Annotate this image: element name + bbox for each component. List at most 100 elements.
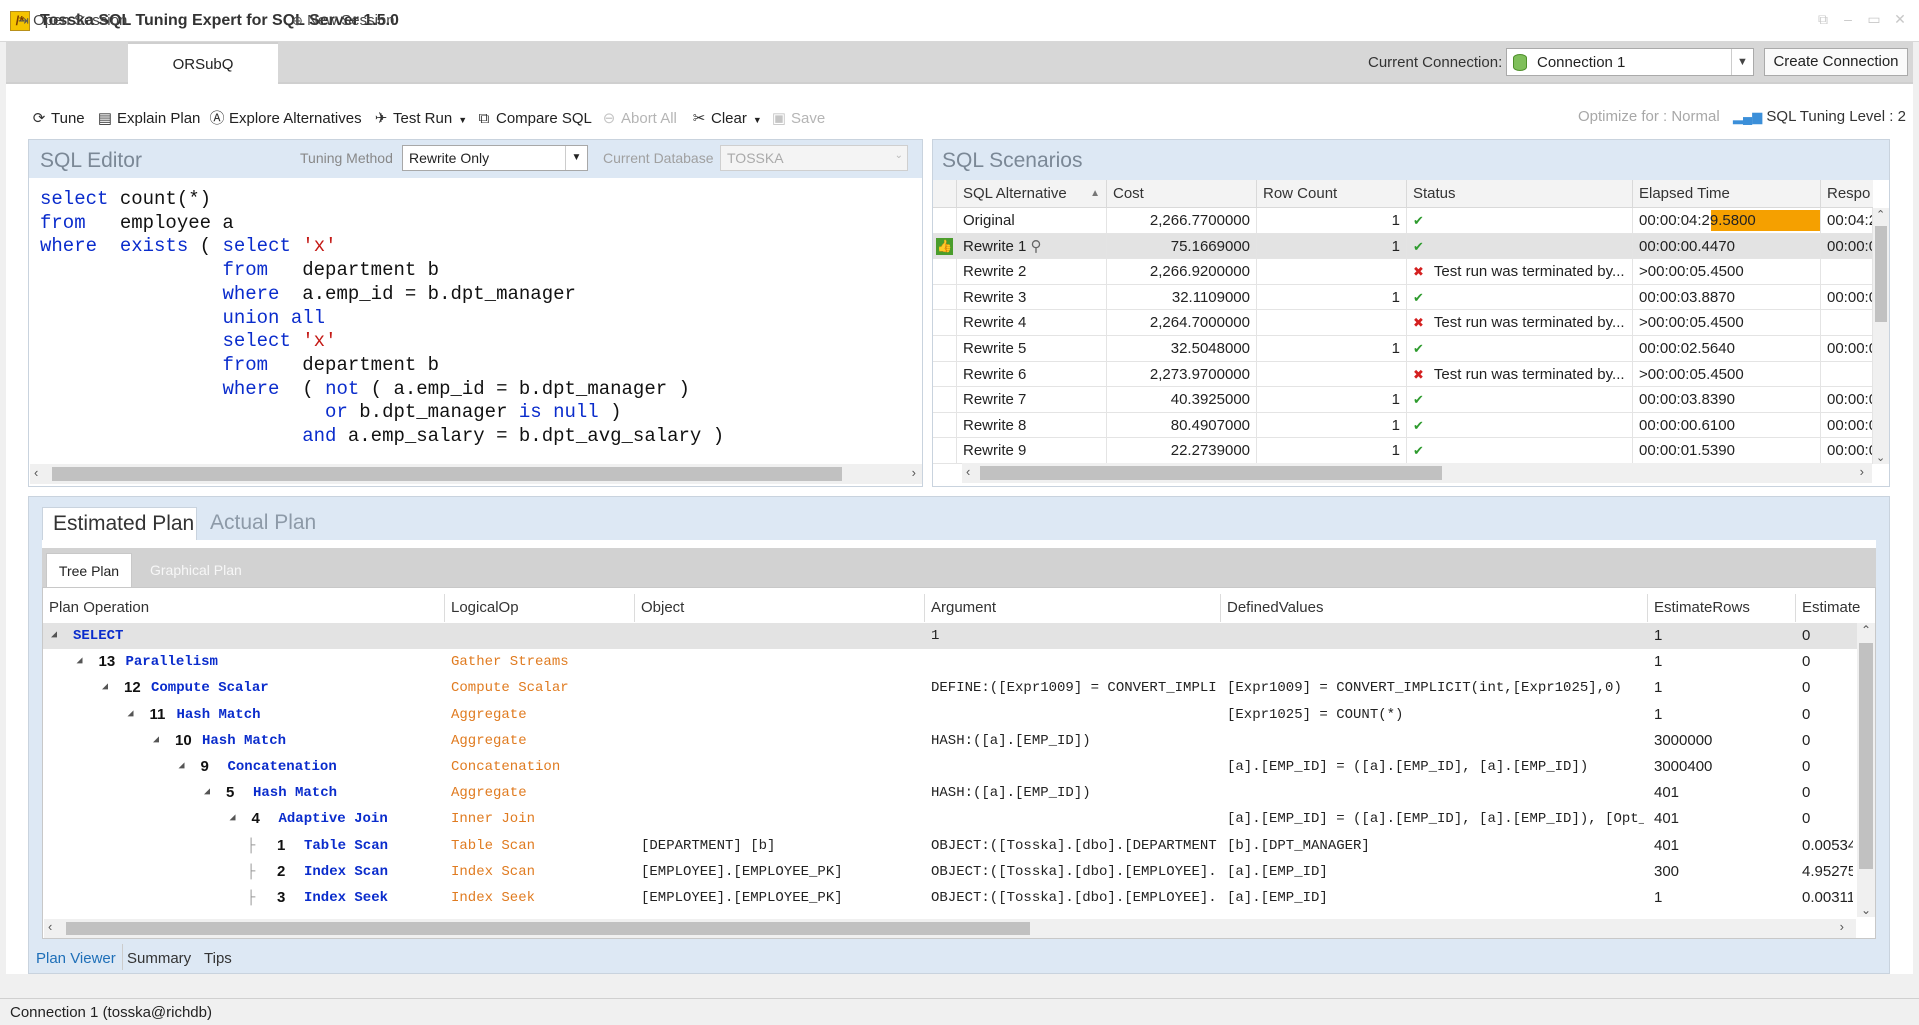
collapse-icon[interactable]: ◢ [230,806,236,832]
scenario-row[interactable]: Rewrite 3 32.1109000 1 ✔ 00:00:03.8870 00:00:… [933,284,1873,311]
dropdown-arrow-icon[interactable]: ▼ [458,115,467,125]
collapse-icon[interactable]: ◢ [153,728,159,754]
scrollbar-thumb[interactable] [1859,643,1873,869]
tab-orsubq[interactable]: ORSubQ [128,42,278,84]
scenarios-vertical-scrollbar[interactable]: ⌃ ⌄ [1873,208,1889,464]
col-logical-op[interactable]: LogicalOp [445,594,635,622]
compare-sql-button[interactable]: ⧉ Compare SQL [475,108,592,130]
editor-horizontal-scrollbar[interactable]: ‹ › [30,464,922,484]
col-defined-values[interactable]: DefinedValues [1221,594,1648,622]
collapse-icon[interactable]: ◢ [51,623,57,649]
scroll-right-icon[interactable]: › [1840,919,1844,934]
create-connection-button[interactable]: Create Connection [1764,48,1908,76]
col-elapsed-time[interactable]: Elapsed Time [1633,180,1821,208]
plan-row[interactable]: ├ 2 Index Scan Index Scan [EMPLOYEE].[EMPLOY… [43,859,1857,885]
plan-row[interactable]: ├ 3 Index Seek Index Seek [EMPLOYEE].[EMPLOY… [43,885,1857,911]
scroll-down-icon[interactable]: ⌄ [1861,903,1871,917]
collapse-icon[interactable]: ◢ [128,702,134,728]
row-header[interactable] [933,208,957,234]
scenario-row[interactable]: Rewrite 2 2,266.9200000 ✖ Test run was term… [933,259,1873,285]
row-header[interactable] [933,310,957,336]
plan-row[interactable]: ◢ 12 Compute Scalar Compute Scalar DEFINE:([… [43,675,1857,701]
tune-button[interactable]: ⟳ Tune [30,108,85,130]
chevron-down-icon[interactable]: ▼ [565,146,587,170]
col-cost[interactable]: Cost [1107,180,1257,208]
col-object[interactable]: Object [635,594,925,622]
test-run-button[interactable]: ✈ Test Run ▼ [372,108,467,130]
maximize-icon[interactable]: ▭ [1866,12,1882,26]
scrollbar-thumb[interactable] [980,466,1442,480]
minimize-icon[interactable]: – [1840,12,1856,26]
tab-estimated-plan[interactable]: Estimated Plan [42,507,197,540]
chevron-down-icon[interactable]: ▼ [1731,49,1753,75]
optimize-for-label[interactable]: Optimize for : Normal [1578,108,1720,125]
col-status[interactable]: Status [1407,180,1633,208]
sql-code-editor[interactable]: select count(*) from employee a where ex… [40,188,724,449]
scroll-left-icon[interactable]: ‹ [966,464,970,479]
connection-select[interactable]: Connection 1 ▼ [1506,48,1754,76]
tab-summary[interactable]: Summary [127,950,191,967]
plan-row[interactable]: ◢ 5 Hash Match Aggregate HASH:([a].[EMP_ID])… [43,780,1857,806]
collapse-icon[interactable]: ◢ [102,675,108,701]
dropdown-arrow-icon[interactable]: ▼ [753,115,762,125]
scenario-row[interactable]: Rewrite 5 32.5048000 1 ✔ 00:00:02.5640 00:00:… [933,336,1873,362]
close-icon[interactable]: ✕ [1892,12,1908,26]
scrollbar-thumb[interactable] [1875,226,1887,322]
tab-tips[interactable]: Tips [204,950,232,967]
explore-alternatives-button[interactable]: Ⓐ Explore Alternatives [208,108,361,130]
col-response[interactable]: Respo [1821,180,1873,208]
scroll-left-icon[interactable]: ‹ [48,919,52,934]
scenario-row[interactable]: 👍 Rewrite 1 ⚲ 75.1669000 1 ✔ 00:00:00.4470 00:… [933,233,1873,260]
plan-row[interactable]: ◢ 4 Adaptive Join Inner Join [a].[EMP_ID] = … [43,806,1857,832]
row-header[interactable] [933,412,957,439]
scenario-row[interactable]: Rewrite 9 22.2739000 1 ✔ 00:00:01.5390 00:00:… [933,438,1873,464]
scenarios-horizontal-scrollbar[interactable]: ‹ › [962,463,1872,483]
plan-row[interactable]: ◢ 13 Parallelism Gather Streams 1 0 [43,649,1857,675]
clear-button[interactable]: ✂ Clear ▼ [690,108,762,130]
plan-row[interactable]: ◢ 11 Hash Match Aggregate [Expr1025] = COUNT… [43,702,1857,728]
abort-all-button[interactable]: ⊖ Abort All [600,108,677,130]
plan-row[interactable]: ◢ 9 Concatenation Concatenation [a].[EMP_ID]… [43,754,1857,780]
col-estimate-rows[interactable]: EstimateRows [1648,594,1796,622]
row-header[interactable] [933,361,957,388]
tab-new-session[interactable]: ⊕ New Session [280,0,400,42]
explain-plan-button[interactable]: ▤ Explain Plan [96,108,200,130]
collapse-icon[interactable]: ◢ [179,754,185,780]
scenario-row[interactable]: Rewrite 4 2,264.7000000 ✖ Test run was term… [933,310,1873,336]
row-header[interactable] [933,284,957,311]
col-estimate[interactable]: Estimate [1796,594,1860,622]
scrollbar-thumb[interactable] [66,922,1030,935]
col-sql-alternative[interactable]: SQL Alternative ▲ [957,180,1107,208]
scroll-down-icon[interactable]: ⌄ [1876,451,1885,464]
tuning-method-select[interactable]: Rewrite Only ▼ [402,145,588,171]
scroll-right-icon[interactable]: › [1860,464,1864,479]
row-header[interactable] [933,387,957,413]
tab-graphical-plan[interactable]: Graphical Plan [150,553,242,587]
collapse-icon[interactable]: ◢ [77,649,83,675]
scenario-row[interactable]: Rewrite 8 80.4907000 1 ✔ 00:00:00.6100 00:00:… [933,412,1873,439]
plan-horizontal-scrollbar[interactable]: ‹ › [44,919,1856,938]
col-argument[interactable]: Argument [925,594,1221,622]
scenario-row[interactable]: Original 2,266.7700000 1 ✔ 00:00:04:29.5800 0… [933,208,1873,234]
scroll-right-icon[interactable]: › [912,465,916,480]
scenario-row[interactable]: Rewrite 6 2,273.9700000 ✖ Test run was term… [933,361,1873,388]
collapse-icon[interactable]: ◢ [204,780,210,806]
row-header[interactable] [933,259,957,285]
row-header[interactable]: 👍 [933,233,957,260]
plan-row[interactable]: ◢ 10 Hash Match Aggregate HASH:([a].[EMP_ID]… [43,728,1857,754]
scenario-row[interactable]: Rewrite 7 40.3925000 1 ✔ 00:00:03.8390 00:00:… [933,387,1873,413]
scroll-up-icon[interactable]: ⌃ [1876,208,1885,221]
row-header[interactable] [933,336,957,362]
col-plan-operation[interactable]: Plan Operation [43,594,445,622]
plan-row[interactable]: ◢ SELECT 1 1 0 [43,623,1857,650]
tab-tree-plan[interactable]: Tree Plan [46,553,132,587]
tab-plan-viewer[interactable]: Plan Viewer [36,950,116,967]
save-button[interactable]: ▣ Save [770,108,825,130]
col-row-count[interactable]: Row Count [1257,180,1407,208]
restore-icon[interactable]: ⧉ [1815,12,1831,26]
plan-vertical-scrollbar[interactable]: ⌃ ⌄ [1857,623,1875,917]
tuning-level-label[interactable]: ▂▄▆ SQL Tuning Level : 2 [1733,108,1906,125]
tab-open-session[interactable]: ⇥ Open Session [6,0,128,42]
scroll-left-icon[interactable]: ‹ [34,465,38,480]
current-database-select[interactable]: TOSSKA ⌄ [720,145,908,171]
